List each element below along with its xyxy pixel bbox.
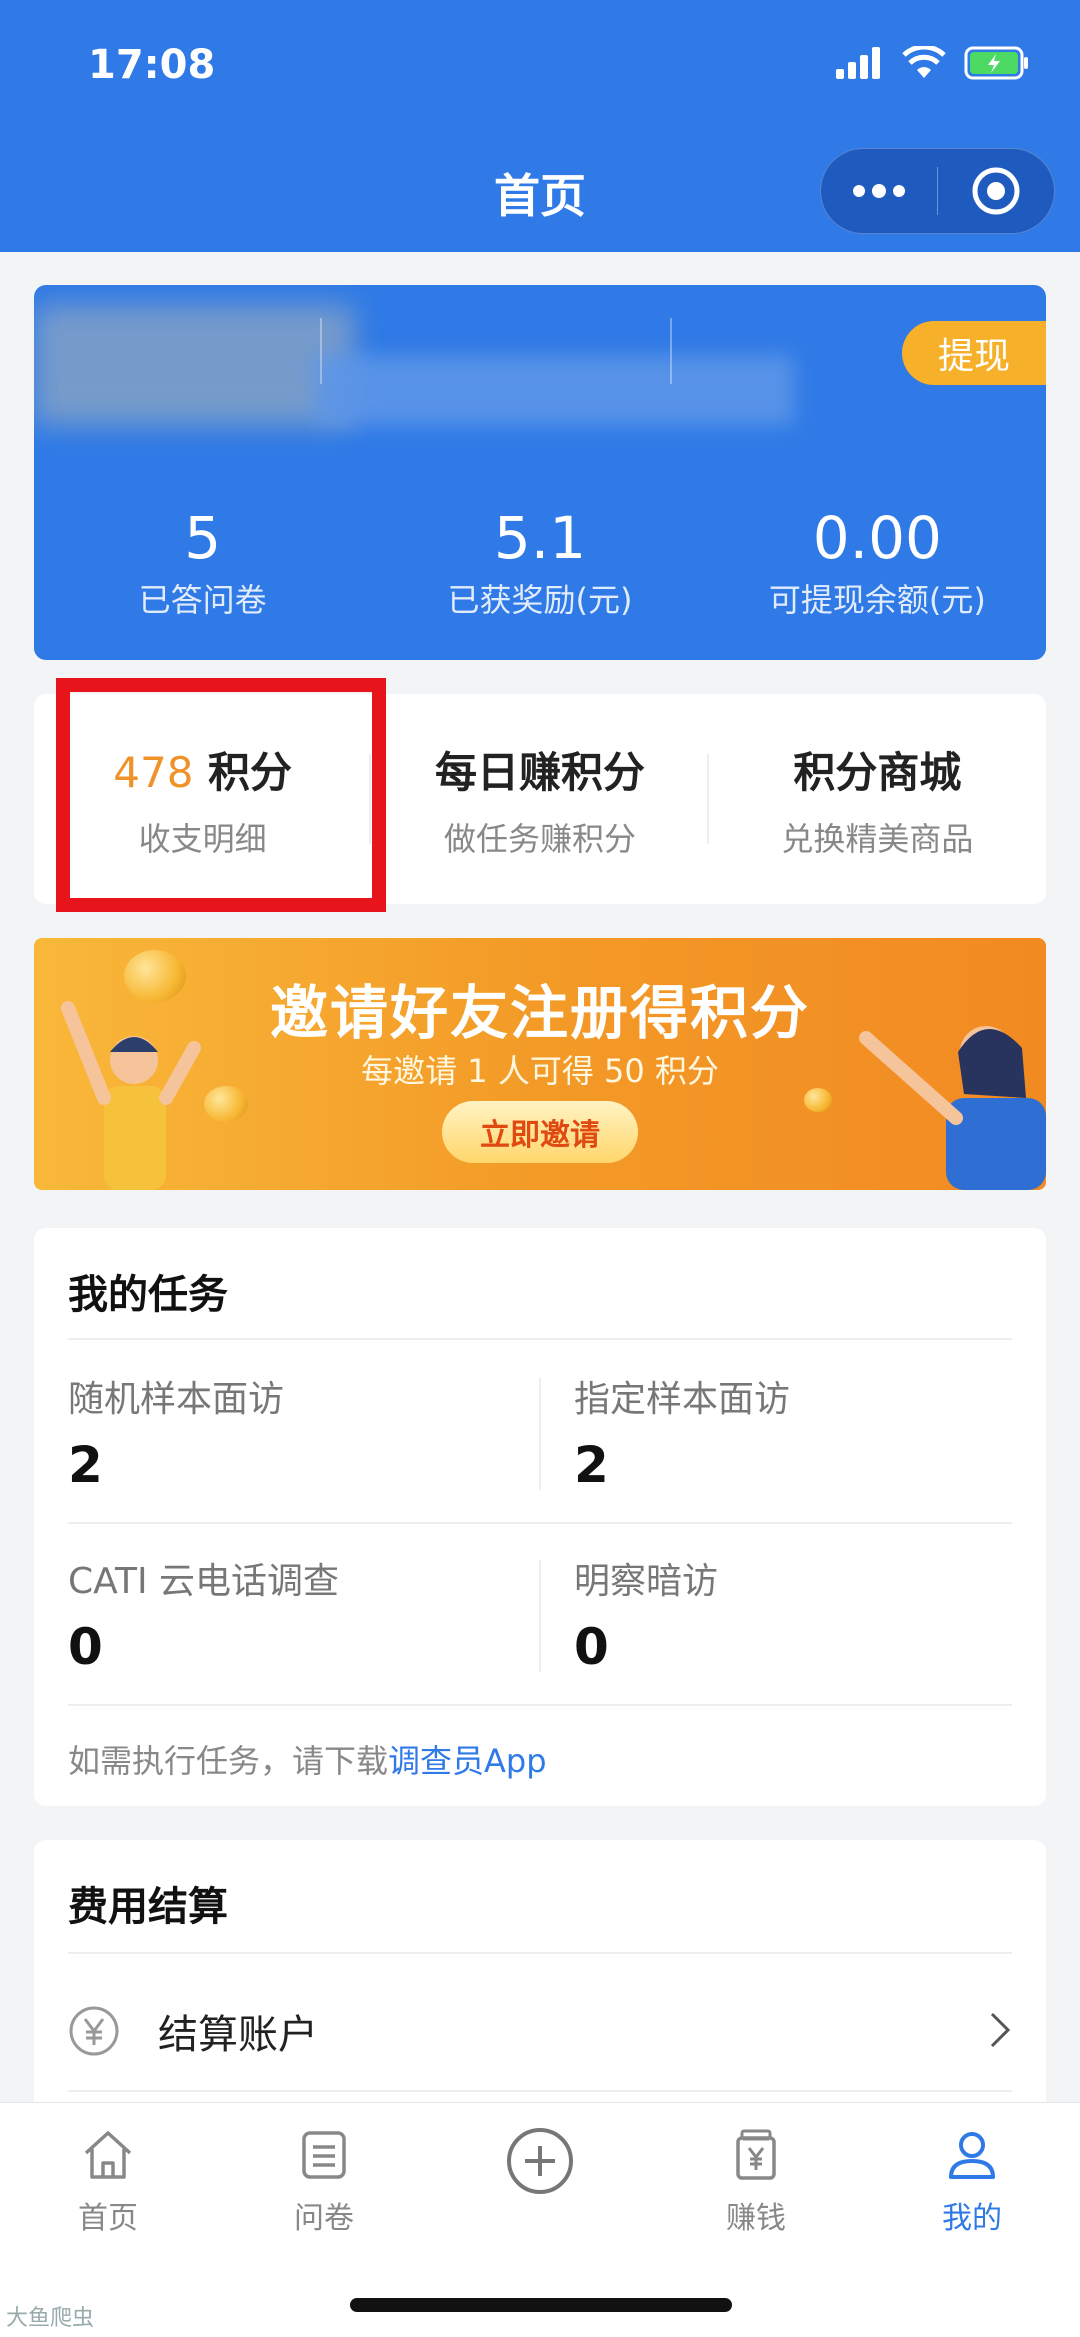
stat-value: 5 — [184, 504, 222, 572]
user-icon — [892, 2125, 1052, 2185]
signal-icon — [836, 47, 880, 79]
tab-label: 赚钱 — [726, 2201, 786, 2236]
stat-label: 已答问卷 — [138, 580, 267, 619]
invite-now-button[interactable]: 立即邀请 — [442, 1101, 638, 1163]
task-note-text: 如需执行任务，请下载 — [68, 1742, 389, 1780]
fee-settlement-title: 费用结算 — [68, 1884, 228, 1930]
task-count: 2 — [574, 1436, 609, 1494]
survey-icon — [244, 2125, 404, 2185]
stat-label: 已获奖励(元) — [447, 580, 633, 619]
task-mystery-visit[interactable]: 明察暗访 0 — [574, 1552, 718, 1676]
fee-settlement-card: 费用结算 结算账户 — [34, 1840, 1046, 2110]
status-icons — [836, 46, 1030, 80]
tab-survey[interactable]: 问卷 — [244, 2125, 404, 2237]
tab-earn[interactable]: 赚钱 — [676, 2125, 836, 2237]
profile-card: 提现 5 已答问卷 5.1 已获奖励(元) 0.00 可提现余额(元) — [34, 285, 1046, 660]
points-mall-sub: 兑换精美商品 — [781, 819, 974, 858]
tab-label: 我的 — [942, 2201, 1002, 2236]
stat-divider — [320, 318, 322, 384]
stat-divider — [670, 318, 672, 384]
task-count: 0 — [68, 1618, 103, 1676]
stat-label: 可提现余额(元) — [768, 580, 986, 619]
daily-earn-title: 每日赚积分 — [434, 747, 645, 797]
column-divider — [539, 1560, 541, 1672]
tab-label: 首页 — [78, 2201, 138, 2236]
task-cati[interactable]: CATI 云电话调查 0 — [68, 1552, 339, 1676]
plus-circle-icon — [460, 2128, 620, 2194]
status-time: 17:08 — [88, 42, 216, 88]
task-assigned-sample[interactable]: 指定样本面访 2 — [574, 1370, 790, 1494]
stat-value: 5.1 — [493, 504, 587, 572]
settlement-account-label: 结算账户 — [158, 2012, 318, 2058]
watermark: 大鱼爬虫 — [6, 2306, 95, 2331]
task-note: 如需执行任务，请下载调查员App — [68, 1736, 547, 1782]
wifi-icon — [902, 46, 946, 78]
stat-rewards[interactable]: 5.1 已获奖励(元) — [371, 504, 708, 621]
home-icon — [28, 2125, 188, 2185]
divider — [68, 1522, 1012, 1524]
column-divider — [539, 1378, 541, 1490]
tab-mine[interactable]: 我的 — [892, 2125, 1052, 2237]
task-count: 0 — [574, 1618, 609, 1676]
target-icon — [972, 167, 1020, 215]
banner-title: 邀请好友注册得积分 — [269, 979, 810, 1047]
stat-balance[interactable]: 0.00 可提现余额(元) — [709, 504, 1046, 621]
tab-label: 问卷 — [294, 2201, 354, 2236]
download-app-link[interactable]: 调查员App — [388, 1742, 547, 1780]
divider — [68, 2090, 1012, 2092]
home-indicator[interactable] — [350, 2298, 732, 2312]
earn-icon — [676, 2125, 836, 2185]
close-miniprogram-button[interactable] — [938, 148, 1054, 234]
settlement-account-row[interactable]: 结算账户 — [68, 1988, 1012, 2074]
task-label: 指定样本面访 — [574, 1379, 791, 1420]
task-count: 2 — [68, 1436, 103, 1494]
banner-subtitle: 每邀请 1 人可得 50 积分 — [361, 1052, 719, 1090]
header-bar: 17:08 首页 — [0, 0, 1080, 252]
more-button[interactable] — [821, 148, 937, 234]
task-label: CATI 云电话调查 — [68, 1561, 340, 1602]
my-tasks-title: 我的任务 — [68, 1272, 228, 1318]
points-mall[interactable]: 积分商城 兑换精美商品 — [709, 694, 1046, 904]
divider — [68, 1952, 1012, 1954]
miniprogram-capsule — [820, 148, 1055, 234]
highlight-box — [56, 678, 386, 912]
task-label: 随机样本面访 — [68, 1379, 285, 1420]
divider — [68, 1338, 1012, 1340]
redacted-username — [314, 355, 794, 425]
task-label: 明察暗访 — [574, 1561, 719, 1602]
stats-row: 5 已答问卷 5.1 已获奖励(元) 0.00 可提现余额(元) — [34, 504, 1046, 621]
daily-earn-sub: 做任务赚积分 — [443, 819, 636, 858]
battery-icon — [964, 46, 1028, 80]
points-mall-title: 积分商城 — [793, 747, 962, 797]
more-dots-icon — [852, 184, 905, 198]
redacted-avatar — [34, 305, 354, 425]
chevron-right-icon — [990, 2012, 1011, 2048]
daily-earn-points[interactable]: 每日赚积分 做任务赚积分 — [371, 694, 709, 904]
tab-home[interactable]: 首页 — [28, 2125, 188, 2237]
yuan-icon — [69, 2006, 119, 2056]
stat-answered[interactable]: 5 已答问卷 — [34, 504, 371, 621]
stat-value: 0.00 — [812, 504, 942, 572]
task-random-sample[interactable]: 随机样本面访 2 — [68, 1370, 284, 1494]
tab-create[interactable] — [460, 2128, 620, 2199]
withdraw-button[interactable]: 提现 — [902, 321, 1046, 385]
my-tasks-card: 我的任务 随机样本面访 2 指定样本面访 2 CATI 云电话调查 0 明察暗访… — [34, 1228, 1046, 1806]
divider — [68, 1704, 1012, 1706]
invite-banner[interactable]: 邀请好友注册得积分 每邀请 1 人可得 50 积分 立即邀请 — [34, 938, 1046, 1190]
